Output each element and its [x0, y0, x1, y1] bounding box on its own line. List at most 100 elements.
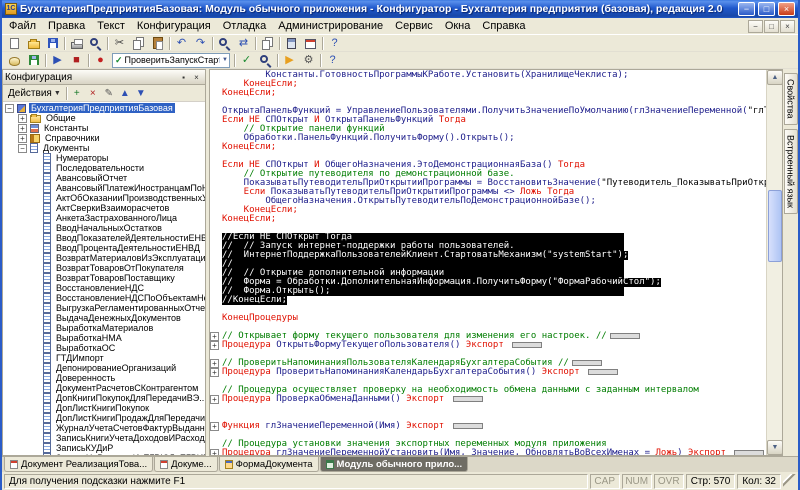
- pin-icon[interactable]: ▪: [177, 71, 190, 83]
- code-line[interactable]: КонецЕсли;: [210, 215, 766, 224]
- collapsed-block-icon[interactable]: [453, 396, 483, 402]
- collapsed-block-icon[interactable]: [512, 342, 542, 348]
- minimize-button[interactable]: −: [738, 2, 755, 16]
- tab-built-in-language[interactable]: Встроенный язык: [784, 129, 798, 214]
- tree-item[interactable]: АнкетаЗастрахованногоЛица: [3, 213, 205, 223]
- tree-item[interactable]: ВозвратТоваровОтПокупателя: [3, 263, 205, 273]
- menu-item[interactable]: Администрирование: [272, 19, 389, 33]
- tree-item[interactable]: Последовательности: [3, 163, 205, 173]
- preview-button[interactable]: [86, 36, 105, 51]
- tree-item[interactable]: ВводПроцентаДеятельностиЕНВД: [3, 243, 205, 253]
- calc-button[interactable]: [282, 36, 301, 51]
- tree-item[interactable]: +Константы: [3, 123, 205, 133]
- menu-item[interactable]: Правка: [42, 19, 91, 33]
- mdi-close-button[interactable]: ×: [780, 20, 795, 33]
- save-button[interactable]: [43, 36, 62, 51]
- tree-item[interactable]: АвансовыйПлатежИностранцамПоНДФЛ: [3, 183, 205, 193]
- actions-menu-button[interactable]: Действия ▼: [5, 87, 64, 100]
- collapsed-block-icon[interactable]: [572, 360, 602, 366]
- menu-item[interactable]: Конфигурация: [131, 19, 217, 33]
- find-button[interactable]: [215, 36, 234, 51]
- tree-item[interactable]: ВосстановлениеНДС: [3, 283, 205, 293]
- expand-icon[interactable]: +: [18, 124, 27, 133]
- menu-item[interactable]: Окна: [439, 19, 477, 33]
- menu-item[interactable]: Файл: [3, 19, 42, 33]
- tree-item[interactable]: ВозвратМатериаловИзЭксплуатации: [3, 253, 205, 263]
- scrollbar-thumb[interactable]: [768, 190, 782, 262]
- code-line[interactable]: +Процедура ПроверитьНапоминанияКалендарь…: [210, 368, 766, 377]
- window-tab[interactable]: Докуме...: [154, 457, 217, 472]
- resize-grip[interactable]: [783, 474, 796, 489]
- open-button[interactable]: [24, 36, 43, 51]
- code-line[interactable]: КонецЕсли;: [210, 206, 766, 215]
- fold-toggle-icon[interactable]: +: [210, 368, 219, 377]
- tree-item[interactable]: −БухгалтерияПредприятияБазовая: [3, 103, 205, 113]
- copy-button[interactable]: [129, 36, 148, 51]
- tree-item[interactable]: ВыработкаМатериалов: [3, 323, 205, 333]
- help-button[interactable]: ?: [325, 36, 344, 51]
- window-tab[interactable]: ФормаДокумента: [219, 457, 319, 472]
- code-line[interactable]: // Форма.Открыть();: [210, 287, 766, 296]
- tree-item[interactable]: ВыработкаОС: [3, 343, 205, 353]
- collapsed-block-icon[interactable]: [610, 333, 640, 339]
- tree-item[interactable]: АктСверкиВзаиморасчетов: [3, 203, 205, 213]
- collapsed-block-icon[interactable]: [734, 450, 764, 456]
- move-up-button[interactable]: ▲: [117, 86, 133, 100]
- delete-button[interactable]: ×: [85, 86, 101, 100]
- debug-start-button[interactable]: ▶: [48, 53, 67, 68]
- menu-item[interactable]: Отладка: [217, 19, 272, 33]
- code-line[interactable]: [210, 404, 766, 413]
- close-button[interactable]: ×: [778, 2, 795, 16]
- code-line[interactable]: Обработки.ПанельФункций.ПолучитьФорму().…: [210, 134, 766, 143]
- tree-item[interactable]: ВыдачаДенежныхДокументов: [3, 313, 205, 323]
- code-line[interactable]: //КонецЕсли;: [210, 296, 766, 305]
- menu-item[interactable]: Текст: [91, 19, 131, 33]
- new-button[interactable]: [5, 36, 24, 51]
- code-line[interactable]: // ИнтернетПоддержкаПользователейКлиент.…: [210, 251, 766, 260]
- tree-item[interactable]: ГТДИмпорт: [3, 353, 205, 363]
- scroll-down-icon[interactable]: ▼: [767, 440, 783, 455]
- collapsed-block-icon[interactable]: [588, 369, 618, 375]
- code-line[interactable]: КонецЕсли;: [210, 80, 766, 89]
- find-in-texts-button[interactable]: [256, 53, 275, 68]
- code-line[interactable]: +Процедура ОткрытьФормуТекущегоПользоват…: [210, 341, 766, 350]
- window-tab[interactable]: Модуль обычного прило...: [320, 457, 469, 472]
- tree-item[interactable]: ВводПоказателейДеятельностиЕНВД: [3, 233, 205, 243]
- db-config-button[interactable]: [5, 53, 24, 68]
- expand-icon[interactable]: +: [18, 114, 27, 123]
- tree-item[interactable]: ВосстановлениеНДСПоОбъектамНедв...: [3, 293, 205, 303]
- tree-item[interactable]: ВыгрузкаРегламентированныхОтчетов: [3, 303, 205, 313]
- edit-button[interactable]: ✎: [101, 86, 117, 100]
- panel-close-icon[interactable]: ×: [190, 71, 203, 83]
- code-area[interactable]: Константы.ГотовностьПрограммыКРаботе.Уст…: [210, 70, 766, 455]
- tree-item[interactable]: ВозвратТоваровПоставщику: [3, 273, 205, 283]
- menu-item[interactable]: Справка: [476, 19, 531, 33]
- fold-toggle-icon[interactable]: +: [210, 395, 219, 404]
- tree-item[interactable]: ВыработкаНМА: [3, 333, 205, 343]
- fold-toggle-icon[interactable]: +: [210, 449, 219, 455]
- add-button[interactable]: +: [69, 86, 85, 100]
- scroll-up-icon[interactable]: ▲: [767, 70, 783, 85]
- options-button[interactable]: ⚙: [299, 53, 318, 68]
- paste-button[interactable]: [148, 36, 167, 51]
- code-line[interactable]: +Процедура ПроверкаОбменаДанными() Экспо…: [210, 395, 766, 404]
- mdi-minimize-button[interactable]: −: [748, 20, 763, 33]
- tree-item[interactable]: Нумераторы: [3, 153, 205, 163]
- tree-item[interactable]: ЗаписьКУДиР: [3, 443, 205, 453]
- tab-properties[interactable]: Свойства: [784, 73, 798, 125]
- collapsed-block-icon[interactable]: [453, 423, 483, 429]
- tree-item[interactable]: ЖурналУчетаСчетовФактурВыданн...: [3, 423, 205, 433]
- compare-button[interactable]: [258, 36, 277, 51]
- fold-toggle-icon[interactable]: +: [210, 332, 219, 341]
- collapse-icon[interactable]: −: [5, 104, 14, 113]
- redo-button[interactable]: ↷: [191, 36, 210, 51]
- code-line[interactable]: +Функция глЗначениеПеременной(Имя) Экспо…: [210, 422, 766, 431]
- replace-button[interactable]: ⇄: [234, 36, 253, 51]
- tree-item[interactable]: АвансовыйОтчет: [3, 173, 205, 183]
- editor-scrollbar[interactable]: ▲ ▼: [766, 70, 782, 455]
- fold-toggle-icon[interactable]: +: [210, 422, 219, 431]
- calendar-button[interactable]: [301, 36, 320, 51]
- maximize-button[interactable]: □: [758, 2, 775, 16]
- code-line[interactable]: КонецЕсли;: [210, 89, 766, 98]
- cut-button[interactable]: ✂: [110, 36, 129, 51]
